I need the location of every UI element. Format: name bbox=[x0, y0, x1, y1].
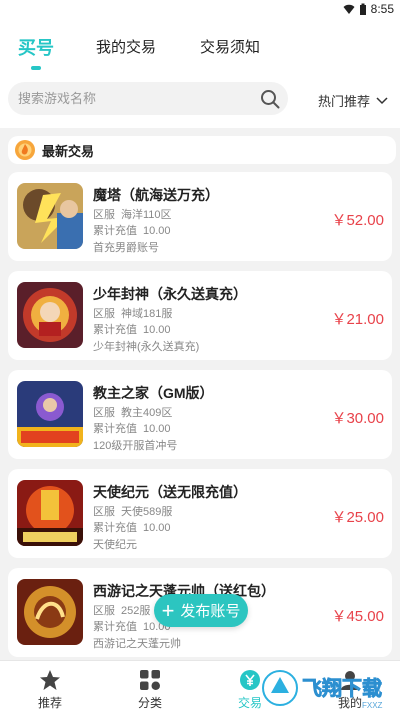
listing-note: 首充男爵账号 bbox=[93, 242, 159, 254]
listing-recharge: 累计充值 10.00 bbox=[93, 222, 171, 238]
flame-badge-icon bbox=[15, 140, 35, 160]
listing-price: ￥52.00 bbox=[331, 212, 384, 229]
tab-bar: 买号 我的交易 交易须知 bbox=[18, 36, 304, 70]
latest-trades-header: 最新交易 bbox=[8, 136, 396, 164]
tab-buy-account-label: 买号 bbox=[18, 38, 54, 58]
nav-category[interactable]: 分类 bbox=[100, 661, 200, 716]
listing-title: 天使纪元（送无限充值） bbox=[93, 484, 247, 500]
listing-note: 少年封神(永久送真充) bbox=[93, 341, 200, 353]
wifi-icon bbox=[343, 4, 355, 14]
listing-recharge: 累计充值 10.00 bbox=[93, 519, 171, 535]
listing-card[interactable]: 魔塔（航海送万充） 区服 海洋110区 累计充值 10.00 首充男爵账号 ￥52.… bbox=[8, 172, 392, 261]
recharge-value: 10.00 bbox=[143, 423, 171, 435]
tab-trade-notice[interactable]: 交易须知 bbox=[200, 36, 260, 60]
search-icon[interactable] bbox=[260, 89, 280, 109]
listing-price: ￥45.00 bbox=[331, 608, 384, 625]
listing-card[interactable]: 天使纪元（送无限充值） 区服 天使589服 累计充值 10.00 天使纪元 ￥25.… bbox=[8, 469, 392, 558]
game-thumbnail bbox=[17, 381, 83, 447]
svg-text:飞翔下载: 飞翔下载 bbox=[302, 676, 382, 700]
listing-title: 教主之家（GM版） bbox=[93, 385, 214, 401]
listing-card[interactable]: 少年封神（永久送真充） 区服 神域181服 累计充值 10.00 少年封神(永久送真… bbox=[8, 271, 392, 360]
server-value: 神域181服 bbox=[121, 308, 173, 320]
grid-icon bbox=[140, 670, 160, 690]
nav-category-label: 分类 bbox=[137, 696, 162, 710]
listing-server: 区服 神域181服 bbox=[93, 305, 172, 321]
star-icon bbox=[40, 670, 60, 690]
trade-list: 魔塔（航海送万充） 区服 海洋110区 累计充值 10.00 首充男爵账号 ￥52.… bbox=[8, 172, 392, 667]
tab-buy-account[interactable]: 买号 bbox=[18, 36, 54, 70]
listing-price: ￥21.00 bbox=[331, 311, 384, 328]
listing-note: 120级开服首冲号 bbox=[93, 440, 178, 452]
listing-price: ￥25.00 bbox=[331, 509, 384, 526]
recharge-value: 10.00 bbox=[143, 225, 171, 237]
server-label: 区服 bbox=[93, 308, 115, 320]
listing-price: ￥30.00 bbox=[331, 410, 384, 427]
server-value: 教主409区 bbox=[121, 407, 173, 419]
listing-note: 天使纪元 bbox=[93, 539, 137, 551]
listing-recharge: 累计充值 10.00 bbox=[93, 420, 171, 436]
recharge-label: 累计充值 bbox=[93, 324, 137, 336]
server-label: 区服 bbox=[93, 209, 115, 221]
listing-title: 少年封神（永久送真充） bbox=[93, 286, 247, 302]
listing-server: 区服 海洋110区 bbox=[93, 206, 172, 222]
server-label: 区服 bbox=[93, 605, 115, 617]
section-title: 最新交易 bbox=[42, 143, 95, 159]
recharge-label: 累计充值 bbox=[93, 621, 137, 633]
publish-account-label: 发布账号 bbox=[180, 603, 241, 620]
status-time: 8:55 bbox=[370, 2, 394, 16]
search-box[interactable] bbox=[8, 82, 288, 115]
plus-icon: + bbox=[161, 597, 175, 623]
game-thumbnail bbox=[17, 282, 83, 348]
recharge-value: 10.00 bbox=[143, 324, 171, 336]
listing-note: 西游记之天蓬元帅 bbox=[93, 638, 181, 650]
server-value: 252服 bbox=[121, 605, 151, 617]
listing-card[interactable]: 教主之家（GM版） 区服 教主409区 累计充值 10.00 120级开服首冲号 ￥… bbox=[8, 370, 392, 459]
listing-recharge: 累计充值 10.00 bbox=[93, 321, 171, 337]
server-label: 区服 bbox=[93, 407, 115, 419]
recharge-label: 累计充值 bbox=[93, 225, 137, 237]
yen-icon bbox=[240, 670, 260, 690]
recharge-label: 累计充值 bbox=[93, 522, 137, 534]
svg-text:FXXZ: FXXZ bbox=[362, 701, 383, 710]
search-input[interactable] bbox=[18, 82, 248, 115]
server-value: 天使589服 bbox=[121, 506, 173, 518]
sort-dropdown[interactable]: 热门推荐 bbox=[318, 91, 388, 110]
listing-server: 区服 252服 bbox=[93, 602, 150, 618]
tab-my-trades[interactable]: 我的交易 bbox=[96, 36, 156, 60]
chevron-down-icon bbox=[376, 96, 388, 104]
nav-trade-label: 交易 bbox=[237, 696, 262, 710]
server-label: 区服 bbox=[93, 506, 115, 518]
nav-recommend-label: 推荐 bbox=[37, 696, 62, 710]
game-thumbnail bbox=[17, 579, 83, 645]
game-thumbnail bbox=[17, 183, 83, 249]
game-thumbnail bbox=[17, 480, 83, 546]
watermark-logo: 飞翔下载 FXXZ bbox=[262, 670, 383, 710]
header: 买号 我的交易 交易须知 热门推荐 bbox=[0, 20, 400, 128]
listing-server: 区服 教主409区 bbox=[93, 404, 172, 420]
active-tab-indicator bbox=[31, 66, 41, 70]
server-value: 海洋110区 bbox=[121, 209, 172, 221]
sort-label: 热门推荐 bbox=[317, 94, 370, 109]
status-icons: 8:55 bbox=[343, 2, 394, 16]
recharge-value: 10.00 bbox=[143, 522, 171, 534]
listing-server: 区服 天使589服 bbox=[93, 503, 172, 519]
recharge-label: 累计充值 bbox=[93, 423, 137, 435]
publish-account-button[interactable]: + 发布账号 bbox=[154, 594, 248, 627]
listing-title: 魔塔（航海送万充） bbox=[93, 187, 219, 203]
battery-icon bbox=[359, 3, 366, 15]
status-bar: 8:55 bbox=[0, 0, 400, 20]
nav-recommend[interactable]: 推荐 bbox=[0, 661, 100, 716]
